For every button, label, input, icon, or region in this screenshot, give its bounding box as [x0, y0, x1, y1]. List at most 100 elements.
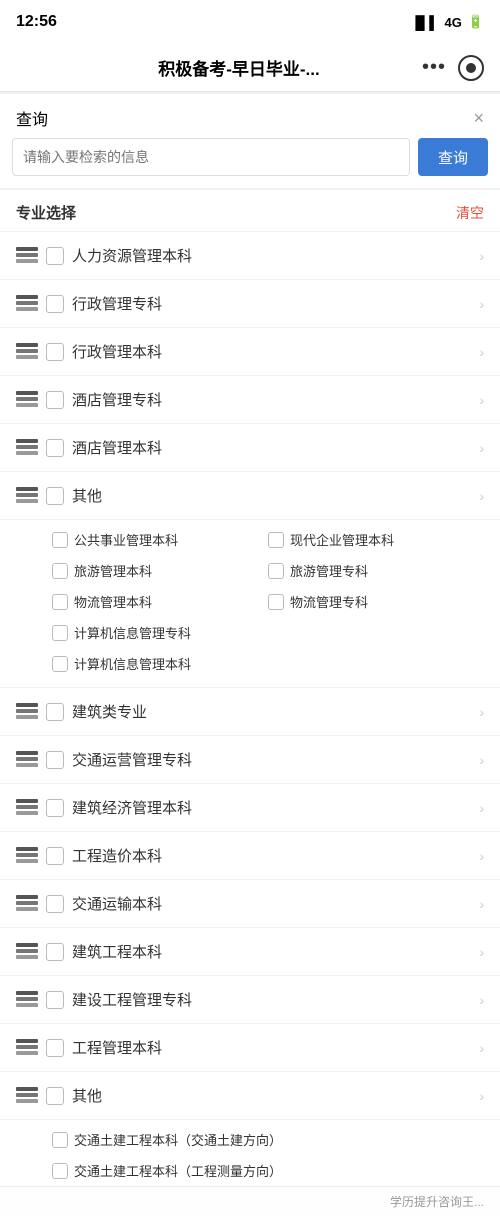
stack-icon	[16, 439, 38, 457]
sub-label: 公共事业管理本科	[74, 530, 178, 549]
list-item-other-2[interactable]: 其他 ›	[0, 1071, 500, 1119]
list-item[interactable]: 建筑经济管理本科 ›	[0, 783, 500, 831]
section-header: 专业选择 清空	[0, 190, 500, 231]
sub-col-right: 现代企业管理本科 旅游管理专科 物流管理专科	[268, 524, 484, 679]
chevron-right-icon: ›	[479, 344, 484, 360]
search-header: 查询 ×	[0, 94, 500, 138]
checkbox[interactable]	[46, 943, 64, 961]
list-item[interactable]: 酒店管理本科 ›	[0, 423, 500, 471]
checkbox[interactable]	[46, 895, 64, 913]
checkbox[interactable]	[46, 391, 64, 409]
item-label: 工程管理本科	[72, 1037, 475, 1058]
battery-icon: 🔋	[468, 14, 484, 30]
stack-icon	[16, 247, 38, 265]
stack-icon	[16, 991, 38, 1009]
stack-icon	[16, 895, 38, 913]
checkbox[interactable]	[46, 295, 64, 313]
chevron-right-icon: ›	[479, 704, 484, 720]
checkbox[interactable]	[46, 799, 64, 817]
checkbox[interactable]	[46, 247, 64, 265]
sub-label: 交通土建工程本科（工程测量方向）	[74, 1161, 282, 1180]
record-button[interactable]	[458, 55, 484, 81]
sub-label: 计算机信息管理本科	[74, 654, 191, 673]
record-inner	[466, 63, 476, 73]
checkbox[interactable]	[46, 991, 64, 1009]
list-item-construction[interactable]: 建筑类专业 ›	[0, 687, 500, 735]
list-item[interactable]: 行政管理本科 ›	[0, 327, 500, 375]
sub-item[interactable]: 旅游管理专科	[268, 555, 484, 586]
more-options-icon[interactable]: •••	[422, 56, 446, 79]
stack-icon	[16, 391, 38, 409]
sub-items-other-2: 交通土建工程本科（交通土建方向） 交通土建工程本科（工程测量方向）	[0, 1119, 500, 1186]
list-item[interactable]: 行政管理专科 ›	[0, 279, 500, 327]
list-item[interactable]: 工程管理本科 ›	[0, 1023, 500, 1071]
checkbox[interactable]	[46, 1087, 64, 1105]
sub-checkbox[interactable]	[52, 625, 68, 641]
sub-checkbox[interactable]	[52, 1163, 68, 1179]
list-item[interactable]: 交通运营管理专科 ›	[0, 735, 500, 783]
sub-item[interactable]: 现代企业管理本科	[268, 524, 484, 555]
list-item[interactable]: 交通运输本科 ›	[0, 879, 500, 927]
sub-item[interactable]: 旅游管理本科	[52, 555, 268, 586]
chevron-right-icon: ›	[479, 992, 484, 1008]
item-label: 建筑工程本科	[72, 941, 475, 962]
sub-checkbox[interactable]	[52, 532, 68, 548]
checkbox[interactable]	[46, 751, 64, 769]
search-panel: 查询 × 查询	[0, 94, 500, 188]
sub-item[interactable]: 物流管理本科	[52, 586, 268, 617]
clear-button[interactable]: 清空	[456, 203, 484, 223]
item-label: 酒店管理专科	[72, 389, 475, 410]
sub-checkbox[interactable]	[52, 1132, 68, 1148]
sub-item[interactable]: 公共事业管理本科	[52, 524, 268, 555]
list-item[interactable]: 酒店管理专科 ›	[0, 375, 500, 423]
chevron-right-icon: ›	[479, 1088, 484, 1104]
sub-item[interactable]: 物流管理专科	[268, 586, 484, 617]
item-label: 其他	[72, 1085, 475, 1106]
checkbox[interactable]	[46, 487, 64, 505]
stack-icon	[16, 847, 38, 865]
sub-checkbox[interactable]	[52, 594, 68, 610]
sub-item[interactable]: 交通土建工程本科（工程测量方向）	[52, 1155, 484, 1186]
checkbox[interactable]	[46, 847, 64, 865]
chevron-right-icon: ›	[479, 896, 484, 912]
search-button[interactable]: 查询	[418, 138, 488, 176]
sub-item[interactable]: 交通土建工程本科（交通土建方向）	[52, 1124, 484, 1155]
checkbox[interactable]	[46, 343, 64, 361]
close-icon[interactable]: ×	[473, 108, 484, 129]
chevron-right-icon: ›	[479, 392, 484, 408]
search-input[interactable]	[12, 138, 410, 176]
sub-col-left: 公共事业管理本科 旅游管理本科 物流管理本科 计算机信息管理专科 计算机信息管理…	[52, 524, 268, 679]
item-label: 建设工程管理专科	[72, 989, 475, 1010]
sub-checkbox[interactable]	[268, 594, 284, 610]
chevron-right-icon: ›	[479, 848, 484, 864]
sub-checkbox[interactable]	[52, 563, 68, 579]
item-label: 工程造价本科	[72, 845, 475, 866]
checkbox[interactable]	[46, 1039, 64, 1057]
sub-item[interactable]: 计算机信息管理专科	[52, 617, 268, 648]
notice-text: 学历提升咨询王...	[390, 1195, 484, 1209]
item-label: 其他	[72, 485, 475, 506]
stack-icon	[16, 703, 38, 721]
stack-icon	[16, 295, 38, 313]
sub-label: 旅游管理专科	[290, 561, 368, 580]
sub-checkbox[interactable]	[268, 532, 284, 548]
sub-checkbox[interactable]	[52, 656, 68, 672]
sub-item[interactable]: 计算机信息管理本科	[52, 648, 268, 679]
checkbox[interactable]	[46, 439, 64, 457]
list-item[interactable]: 建筑工程本科 ›	[0, 927, 500, 975]
stack-icon	[16, 751, 38, 769]
chevron-right-icon: ›	[479, 248, 484, 264]
major-section: 专业选择 清空 人力资源管理本科 › 行政管理专科 › 行政管理本科 › 酒店管…	[0, 190, 500, 1186]
list-item[interactable]: 建设工程管理专科 ›	[0, 975, 500, 1023]
item-label: 建筑类专业	[72, 701, 475, 722]
item-label: 行政管理专科	[72, 293, 475, 314]
checkbox[interactable]	[46, 703, 64, 721]
list-item-other-1[interactable]: 其他 ›	[0, 471, 500, 519]
list-item[interactable]: 工程造价本科 ›	[0, 831, 500, 879]
stack-icon	[16, 487, 38, 505]
list-item[interactable]: 人力资源管理本科 ›	[0, 231, 500, 279]
chevron-right-icon: ›	[479, 440, 484, 456]
nav-bar: 积极备考-早日毕业-... •••	[0, 44, 500, 92]
sub-checkbox[interactable]	[268, 563, 284, 579]
nav-title: 积极备考-早日毕业-...	[56, 55, 422, 80]
